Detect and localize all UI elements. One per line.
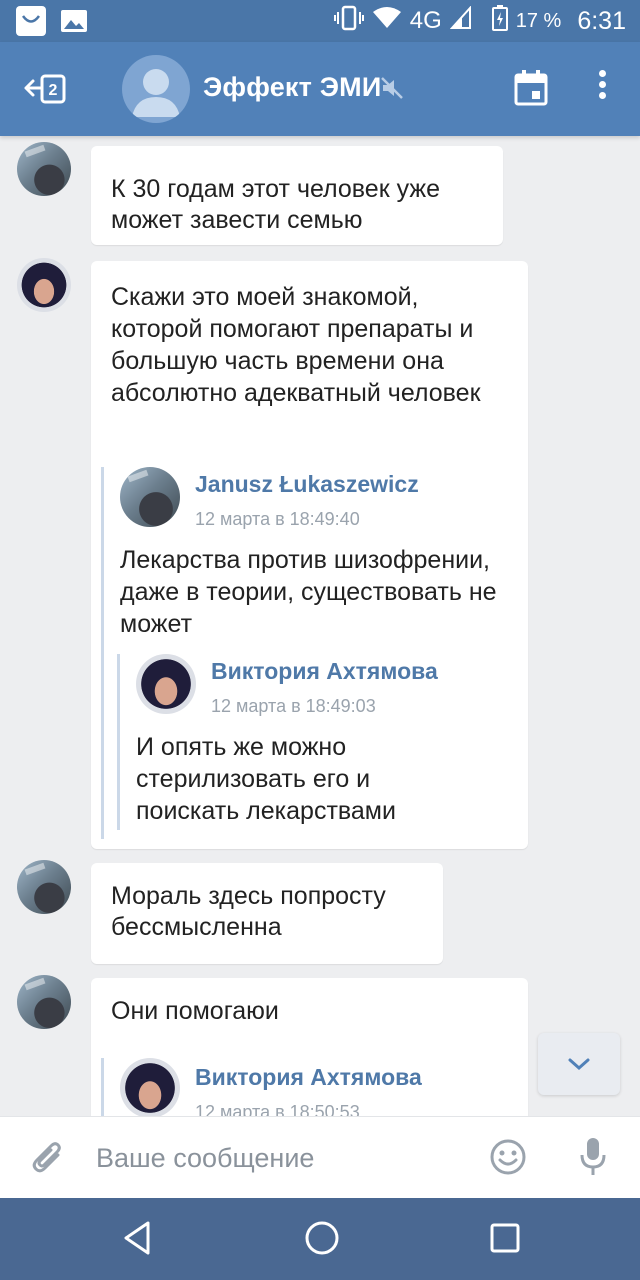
app-header: 2 Эффект ЭМИ xyxy=(0,42,640,136)
forwarded-text: Лекарства против шизофрении, даже в теор… xyxy=(120,546,497,638)
message-input[interactable] xyxy=(96,1135,466,1181)
forwarded-text: И опять же можно стерилизовать его и пои… xyxy=(136,733,396,825)
scroll-down-button[interactable] xyxy=(538,1033,620,1095)
message-bubble[interactable]: Мораль здесь попросту бессмысленна xyxy=(91,863,443,964)
sender-avatar[interactable] xyxy=(17,860,71,914)
signal-icon xyxy=(449,4,472,37)
vibrate-icon xyxy=(333,5,364,38)
calendar-icon[interactable] xyxy=(514,70,548,111)
gallery-icon xyxy=(60,9,88,33)
back-chats-icon[interactable]: 2 xyxy=(22,68,70,110)
battery-icon xyxy=(491,4,508,38)
message-text: Они помогаюи xyxy=(111,997,279,1025)
svg-text:2: 2 xyxy=(49,82,58,99)
forwarded-author-avatar[interactable] xyxy=(120,1058,180,1116)
chat-avatar[interactable] xyxy=(122,55,190,123)
sender-avatar[interactable] xyxy=(17,258,71,312)
avatar-placeholder-icon xyxy=(132,69,180,117)
forwarded-author-avatar[interactable] xyxy=(120,467,180,527)
forwarded-timestamp: 12 марта в 18:49:03 xyxy=(211,696,376,716)
home-circle-icon[interactable] xyxy=(302,1218,342,1263)
message-bubble[interactable]: Они помогаюи Виктория Ахтямова 12 марта … xyxy=(91,978,528,1116)
mic-icon[interactable] xyxy=(578,1135,608,1184)
muted-icon xyxy=(380,76,404,105)
forwarded-author-name[interactable]: Виктория Ахтямова xyxy=(195,1064,422,1091)
forwarded-message[interactable]: Виктория Ахтямова 12 марта в 18:50:53 xyxy=(101,1058,521,1116)
chat-title[interactable]: Эффект ЭМИ xyxy=(203,72,381,103)
system-nav-bar xyxy=(0,1198,640,1280)
forwarded-author-avatar[interactable] xyxy=(136,654,196,714)
network-type: 4G xyxy=(409,7,442,34)
battery-percent: 17 % xyxy=(515,9,562,32)
sender-avatar[interactable] xyxy=(17,142,71,196)
attach-icon[interactable] xyxy=(28,1139,68,1184)
message-bubble[interactable]: К 30 годам этот человек уже может завест… xyxy=(91,146,503,245)
store-icon xyxy=(16,6,46,36)
more-vertical-icon[interactable] xyxy=(592,70,612,106)
nested-forwarded-message[interactable]: Виктория Ахтямова 12 марта в 18:49:03 И … xyxy=(117,654,517,830)
message-text: К 30 годам этот человек уже может завест… xyxy=(111,175,441,234)
forwarded-message[interactable]: Janusz Łukaszewicz 12 марта в 18:49:40 Л… xyxy=(101,467,521,839)
back-triangle-icon[interactable] xyxy=(120,1218,154,1263)
sender-avatar[interactable] xyxy=(17,975,71,1029)
message-text: Мораль здесь попросту бессмысленна xyxy=(111,882,386,941)
forwarded-author-name[interactable]: Виктория Ахтямова xyxy=(211,658,438,685)
chevron-down-icon xyxy=(568,1058,590,1071)
message-composer xyxy=(0,1116,640,1198)
forwarded-author-name[interactable]: Janusz Łukaszewicz xyxy=(195,471,419,498)
message-text: Скажи это моей знакомой, которой помогаю… xyxy=(111,283,481,407)
forwarded-timestamp: 12 марта в 18:50:53 xyxy=(195,1102,360,1116)
forwarded-timestamp: 12 марта в 18:49:40 xyxy=(195,509,360,529)
message-list[interactable]: К 30 годам этот человек уже может завест… xyxy=(0,136,640,1116)
emoji-icon[interactable] xyxy=(488,1137,528,1182)
clock: 6:31 xyxy=(577,6,626,35)
wifi-icon xyxy=(372,6,402,37)
message-bubble[interactable]: Скажи это моей знакомой, которой помогаю… xyxy=(91,261,528,849)
status-bar: 4G 17 % 6:31 xyxy=(0,0,640,42)
recents-square-icon[interactable] xyxy=(488,1218,522,1263)
